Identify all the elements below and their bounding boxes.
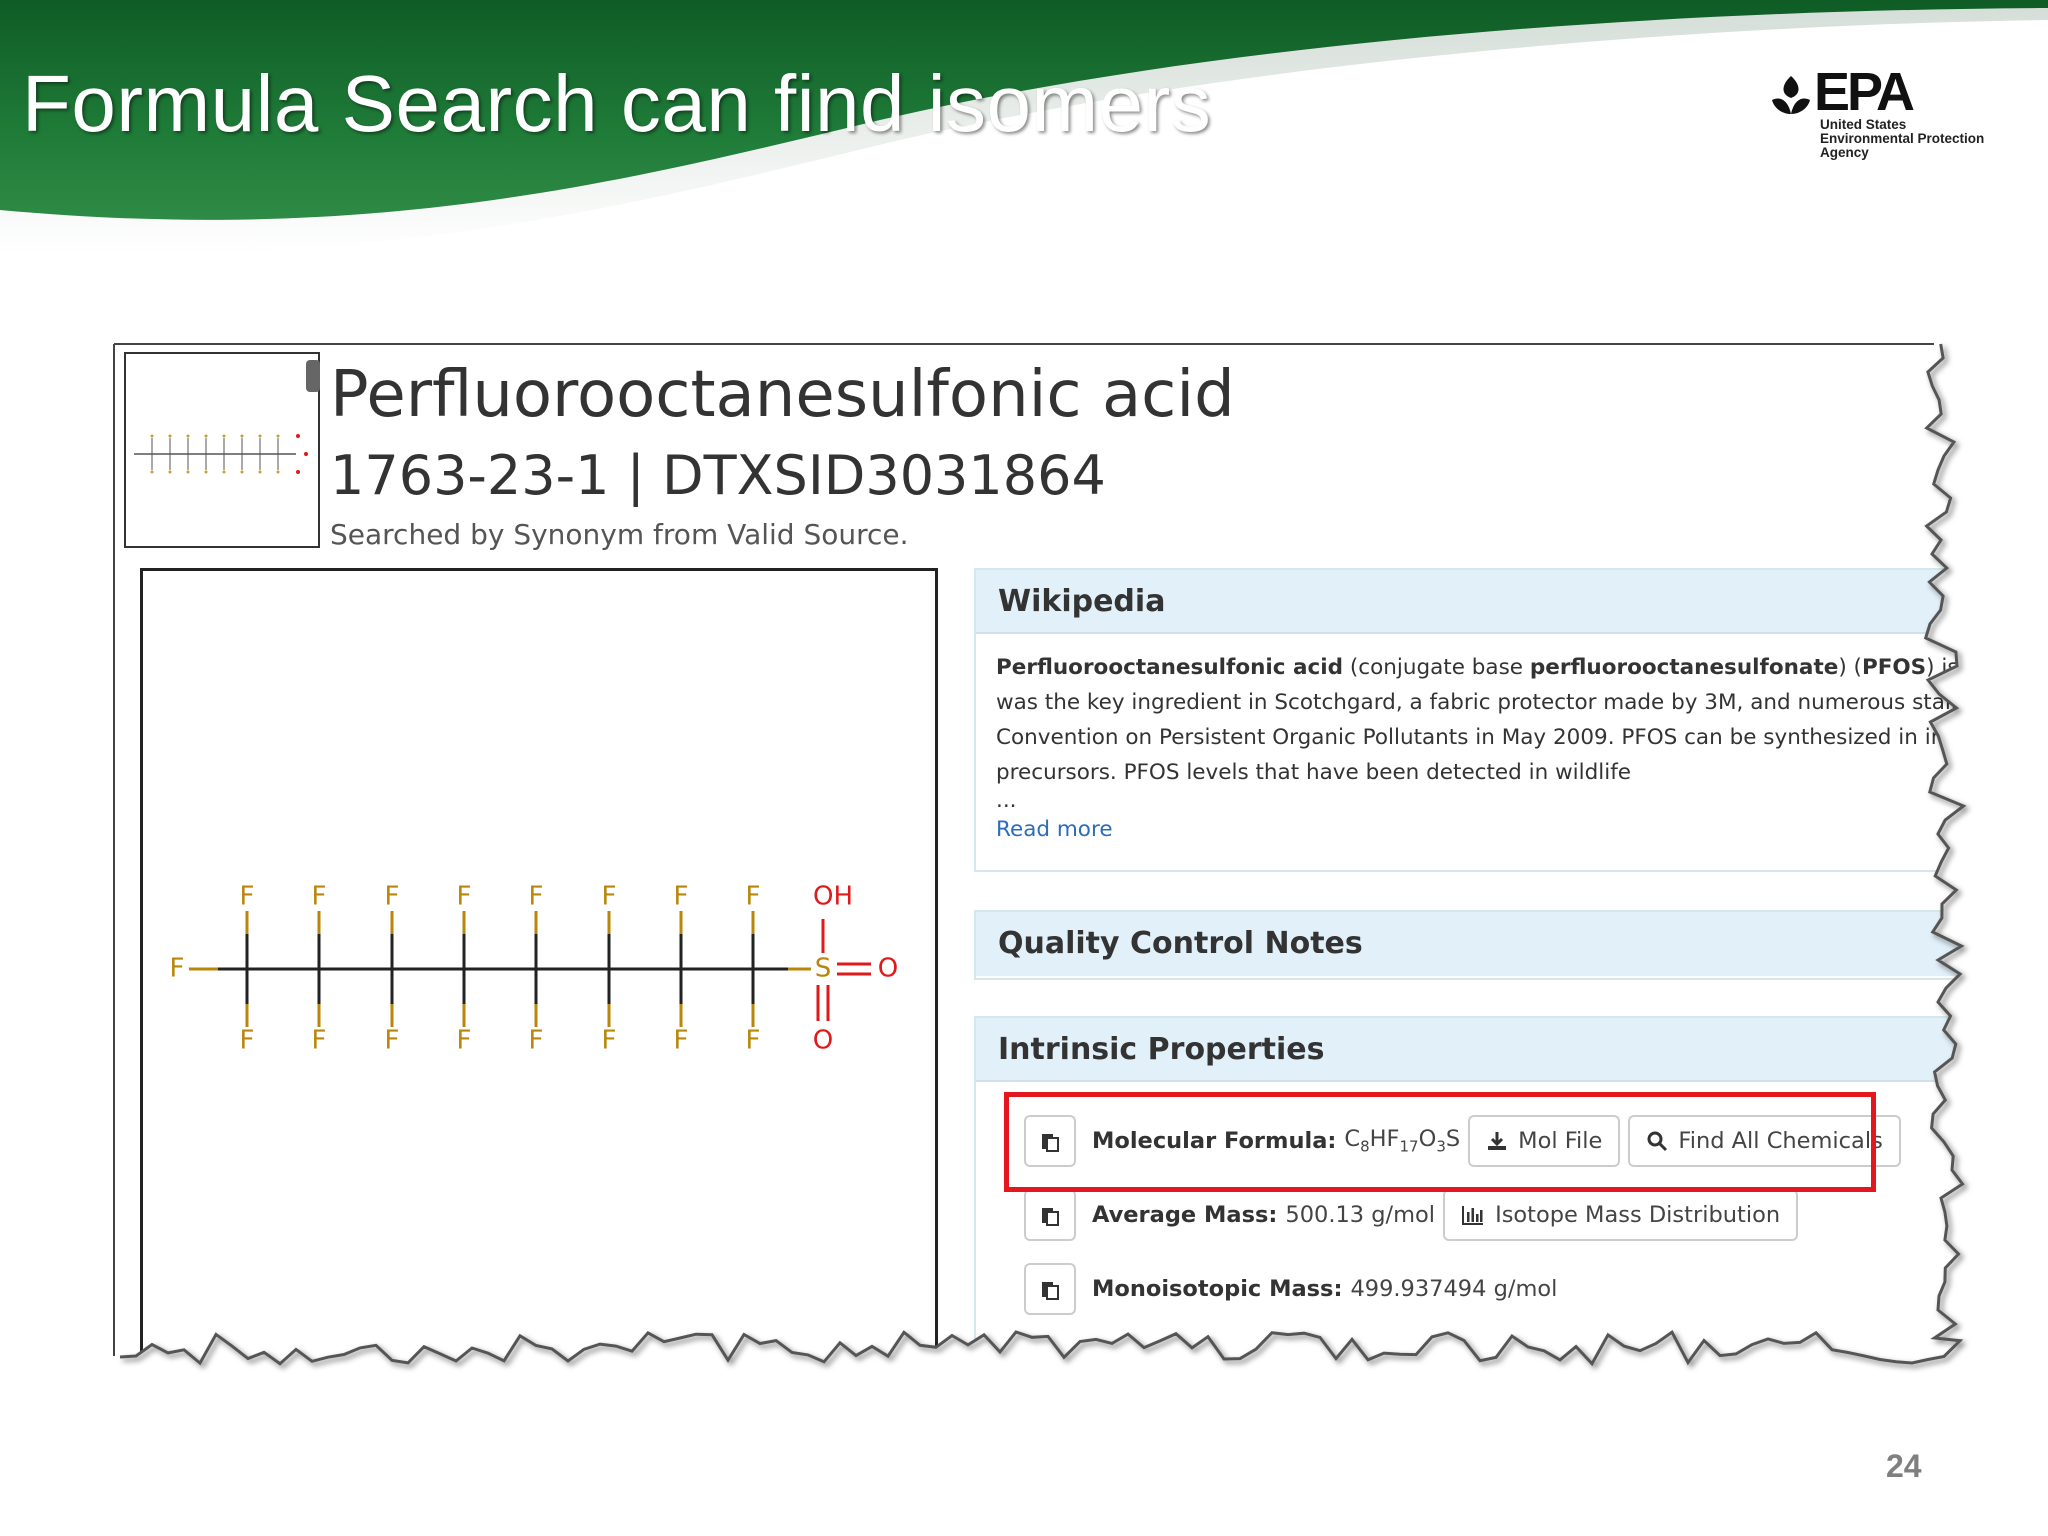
quality-control-panel[interactable]: Quality Control Notes	[974, 910, 1964, 980]
structure-thumbnail-image	[134, 434, 308, 474]
sulfur-atom-label: S	[815, 954, 832, 984]
epa-sub-line-2: Environmental Protection	[1820, 131, 1985, 146]
wiki-line-3: Convention on Persistent Organic Polluta…	[996, 725, 1964, 750]
average-mass-row: Average Mass: 500.13 g/mol Isotope Mass …	[1024, 1188, 1806, 1242]
fluorine-atom-label: F	[385, 882, 400, 912]
fluorine-atom-label: F	[746, 1026, 761, 1056]
chemical-name: Perfluorooctanesulfonic acid	[330, 358, 1235, 432]
intrinsic-heading: Intrinsic Properties	[976, 1018, 1964, 1082]
fluorine-atom-label: F	[240, 1026, 255, 1056]
wikipedia-heading: Wikipedia	[976, 570, 1964, 634]
read-more-link[interactable]: Read more	[996, 812, 1964, 847]
fluorine-atom-label: F	[312, 1026, 327, 1056]
wiki-line-1: Perfluorooctanesulfonic acid (conjugate …	[996, 650, 1964, 685]
epa-sub-line-1: United States	[1820, 117, 1907, 132]
wikipedia-summary: Perfluorooctanesulfonic acid (conjugate …	[976, 634, 1964, 847]
fluorine-atom-label: F	[457, 882, 472, 912]
wiki-text: ) (	[1838, 655, 1862, 680]
epa-flower-icon	[1772, 76, 1810, 114]
fluorine-atom-label: F	[312, 882, 327, 912]
isotope-label: Isotope Mass Distribution	[1495, 1202, 1781, 1228]
monoisotopic-mass-value: 499.937494 g/mol	[1350, 1276, 1558, 1302]
thumbnail-scrollbar[interactable]	[306, 360, 320, 392]
copy-icon	[1042, 1208, 1059, 1226]
wikipedia-panel: Wikipedia Perfluorooctanesulfonic acid (…	[974, 568, 1964, 872]
average-mass-label: Average Mass:	[1092, 1202, 1278, 1228]
fluorine-atom-label: F	[170, 954, 185, 984]
dashboard-screenshot: Perfluorooctanesulfonic acid 1763-23-1 |…	[114, 344, 1964, 1360]
wiki-ellipsis: ...	[996, 788, 1017, 813]
wiki-line-4: precursors. PFOS levels that have been d…	[996, 760, 1631, 785]
fluorine-atom-label: F	[457, 1026, 472, 1056]
search-source-note: Searched by Synonym from Valid Source.	[330, 518, 909, 551]
molecule-structure: F F F F F F F F F F F F F F F F F S OH O O	[170, 882, 899, 1056]
monoisotopic-mass-row: Monoisotopic Mass: 499.937494 g/mol	[1024, 1262, 1565, 1316]
oxygen-atom-label: O	[813, 1026, 833, 1056]
hydroxyl-label: OH	[813, 882, 853, 912]
page-number: 24	[1886, 1448, 1922, 1484]
epa-sub-line-3: Agency	[1820, 145, 1869, 160]
wiki-text: ) is an ar	[1926, 655, 1964, 680]
wiki-line-2: was the key ingredient in Scotchgard, a …	[996, 690, 1964, 715]
epa-logo: EPA United States Environmental Protecti…	[1770, 62, 2010, 170]
bar-chart-icon	[1461, 1204, 1485, 1226]
copy-monoisotopic-mass-button[interactable]	[1024, 1263, 1076, 1315]
wiki-bold-conjugate: perfluorooctanesulfonate	[1529, 655, 1839, 680]
fluorine-atom-label: F	[746, 882, 761, 912]
wiki-bold-abbrev: PFOS	[1861, 655, 1927, 680]
fluorine-atom-label: F	[529, 882, 544, 912]
structure-viewer[interactable]: F F F F F F F F F F F F F F F F F S OH O O	[140, 568, 938, 1360]
header-banner	[0, 0, 2048, 254]
qc-heading: Quality Control Notes	[976, 912, 1964, 976]
copy-icon	[1042, 1282, 1059, 1300]
monoisotopic-mass-label: Monoisotopic Mass:	[1092, 1276, 1343, 1302]
wiki-text: (conjugate base	[1343, 655, 1530, 680]
structure-thumbnail[interactable]	[124, 352, 320, 548]
fluorine-atom-label: F	[674, 882, 689, 912]
copy-average-mass-button[interactable]	[1024, 1189, 1076, 1241]
fluorine-atom-label: F	[602, 1026, 617, 1056]
oxygen-atom-label: O	[878, 954, 898, 984]
epa-agency-name: United States Environmental Protection A…	[1820, 118, 1984, 160]
formula-highlight-box	[1004, 1092, 1876, 1192]
chemical-identifiers: 1763-23-1 | DTXSID3031864	[330, 444, 1106, 507]
isotope-mass-distribution-button[interactable]: Isotope Mass Distribution	[1443, 1189, 1799, 1241]
fluorine-atom-label: F	[674, 1026, 689, 1056]
fluorine-atom-label: F	[385, 1026, 400, 1056]
fluorine-atom-label: F	[529, 1026, 544, 1056]
wiki-bold-name: Perfluorooctanesulfonic acid	[996, 655, 1344, 680]
slide-title: Formula Search can find isomers	[22, 59, 1212, 148]
epa-wordmark: EPA	[1814, 62, 1915, 122]
average-mass-value: 500.13 g/mol	[1285, 1202, 1436, 1228]
fluorine-atom-label: F	[602, 882, 617, 912]
fluorine-atom-label: F	[240, 882, 255, 912]
